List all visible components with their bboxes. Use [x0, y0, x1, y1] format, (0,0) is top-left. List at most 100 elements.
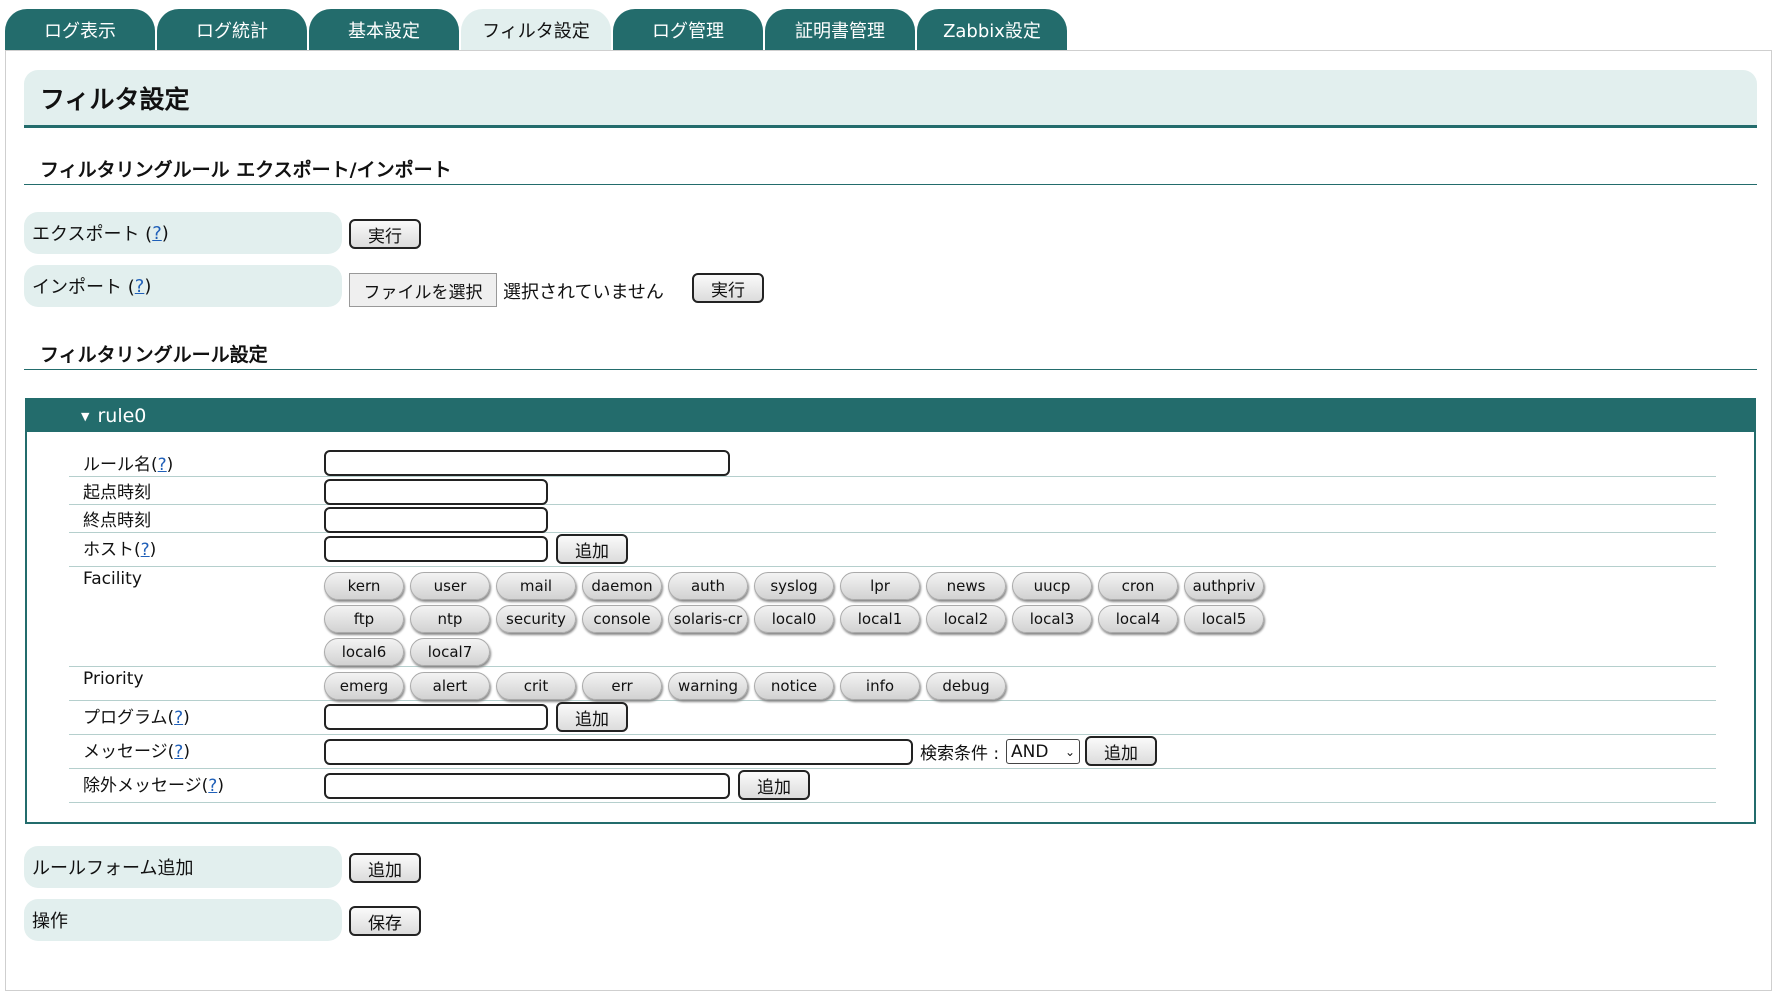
message-label-text: メッセージ( [83, 742, 175, 762]
exclude-message-input[interactable] [324, 773, 730, 799]
start-time-input[interactable] [324, 479, 548, 505]
facility-chip-local6[interactable]: local6 [324, 638, 404, 666]
message-help-link[interactable]: ? [174, 742, 183, 762]
end-time-label: 終点時刻 [83, 511, 151, 531]
facility-chip-local0[interactable]: local0 [754, 605, 834, 633]
export-label: エクスポート (?) [24, 212, 342, 254]
facility-chip-local4[interactable]: local4 [1098, 605, 1178, 633]
priority-chip-alert[interactable]: alert [410, 672, 490, 700]
rule-header[interactable]: ▼ rule0 [27, 400, 1754, 432]
program-help-link[interactable]: ? [174, 708, 183, 728]
priority-chip-err[interactable]: err [582, 672, 662, 700]
facility-chip-daemon[interactable]: daemon [582, 572, 662, 600]
row-start-time [69, 477, 1716, 505]
start-time-label: 起点時刻 [83, 483, 151, 503]
facility-chip-mail[interactable]: mail [496, 572, 576, 600]
import-run-button[interactable]: 実行 [692, 273, 764, 303]
host-help-link[interactable]: ? [141, 540, 150, 560]
row-exclude-message [69, 769, 1716, 803]
export-label-text: エクスポート ( [32, 224, 153, 245]
facility-chip-ftp[interactable]: ftp [324, 605, 404, 633]
facility-chip-local3[interactable]: local3 [1012, 605, 1092, 633]
facility-chip-local1[interactable]: local1 [840, 605, 920, 633]
tab-log-view[interactable]: ログ表示 [5, 9, 155, 51]
main-tab-bar: ログ表示 ログ統計 基本設定 フィルタ設定 ログ管理 証明書管理 Zabbix設… [5, 9, 1069, 51]
facility-chip-solaris-cr[interactable]: solaris-cr [668, 605, 748, 633]
host-input[interactable] [324, 536, 548, 562]
tab-filter-settings[interactable]: フィルタ設定 [461, 9, 611, 51]
host-add-button[interactable]: 追加 [556, 534, 628, 564]
priority-chip-debug[interactable]: debug [926, 672, 1006, 700]
export-label-close: ) [161, 222, 169, 244]
rule-name-label: ルール名(?) [83, 450, 173, 475]
message-add-button[interactable]: 追加 [1085, 736, 1157, 766]
import-help-link[interactable]: ? [135, 276, 145, 297]
rule-name-text: ルール名( [83, 455, 158, 475]
host-label-close: ) [149, 540, 157, 560]
facility-chip-user[interactable]: user [410, 572, 490, 600]
exclude-message-label-close: ) [217, 776, 224, 796]
facility-chip-auth[interactable]: auth [668, 572, 748, 600]
collapse-triangle-icon: ▼ [81, 409, 90, 423]
exclude-message-add-button[interactable]: 追加 [738, 770, 810, 800]
facility-chip-local7[interactable]: local7 [410, 638, 490, 666]
facility-label: Facility [83, 569, 142, 589]
facility-chip-lpr[interactable]: lpr [840, 572, 920, 600]
program-input[interactable] [324, 704, 548, 730]
import-label-close: ) [144, 275, 152, 297]
operation-label: 操作 [24, 899, 342, 941]
priority-chip-crit[interactable]: crit [496, 672, 576, 700]
priority-chip-emerg[interactable]: emerg [324, 672, 404, 700]
import-label-text: インポート ( [32, 277, 135, 298]
priority-label: Priority [83, 669, 144, 689]
program-add-button[interactable]: 追加 [556, 702, 628, 732]
tab-zabbix-settings[interactable]: Zabbix設定 [917, 9, 1067, 51]
exclude-message-help-link[interactable]: ? [208, 776, 217, 796]
host-label: ホスト(?) [83, 535, 156, 560]
tab-log-management[interactable]: ログ管理 [613, 9, 763, 51]
facility-chip-uucp[interactable]: uucp [1012, 572, 1092, 600]
rule-name-close: ) [166, 455, 174, 475]
facility-chip-authpriv[interactable]: authpriv [1184, 572, 1264, 600]
facility-chip-local2[interactable]: local2 [926, 605, 1006, 633]
exclude-message-label: 除外メッセージ(?) [83, 771, 224, 796]
rule-name-help-link[interactable]: ? [158, 455, 167, 475]
facility-chip-kern[interactable]: kern [324, 572, 404, 600]
facility-chip-security[interactable]: security [496, 605, 576, 633]
facility-chip-ntp[interactable]: ntp [410, 605, 490, 633]
save-button[interactable]: 保存 [349, 906, 421, 936]
facility-chip-cron[interactable]: cron [1098, 572, 1178, 600]
rule-panel: ▼ rule0 ルール名(?) 起点時刻 終点時刻 ホスト(?) 追加 Faci… [25, 398, 1756, 824]
page-title: フィルタ設定 [24, 70, 1757, 128]
end-time-input[interactable] [324, 507, 548, 533]
host-label-text: ホスト( [83, 540, 141, 560]
program-label: プログラム(?) [83, 703, 190, 728]
priority-chip-warning[interactable]: warning [668, 672, 748, 700]
tab-basic-settings[interactable]: 基本設定 [309, 9, 459, 51]
priority-chip-info[interactable]: info [840, 672, 920, 700]
file-status-text: 選択されていません [503, 282, 664, 303]
facility-chip-console[interactable]: console [582, 605, 662, 633]
file-select-button[interactable]: ファイルを選択 [349, 273, 497, 307]
facility-chip-local5[interactable]: local5 [1184, 605, 1264, 633]
tab-certificate-management[interactable]: 証明書管理 [765, 9, 915, 51]
rule-title: rule0 [97, 405, 147, 427]
export-run-button[interactable]: 実行 [349, 219, 421, 249]
program-label-close: ) [183, 708, 190, 728]
export-help-link[interactable]: ? [152, 223, 162, 244]
message-input[interactable] [324, 739, 913, 765]
rule-name-input[interactable] [324, 450, 730, 476]
facility-chip-news[interactable]: news [926, 572, 1006, 600]
tab-log-stats[interactable]: ログ統計 [157, 9, 307, 51]
rule-form-add-button[interactable]: 追加 [349, 853, 421, 883]
row-host [69, 533, 1716, 567]
message-label-close: ) [183, 742, 190, 762]
message-label: メッセージ(?) [83, 737, 190, 762]
exclude-message-label-text: 除外メッセージ( [83, 776, 209, 796]
facility-chip-syslog[interactable]: syslog [754, 572, 834, 600]
row-end-time [69, 505, 1716, 533]
priority-chip-notice[interactable]: notice [754, 672, 834, 700]
search-condition-select[interactable]: AND ⌄ [1006, 739, 1080, 764]
rule-form-add-label: ルールフォーム追加 [24, 846, 342, 888]
search-condition-value: AND [1011, 741, 1049, 762]
